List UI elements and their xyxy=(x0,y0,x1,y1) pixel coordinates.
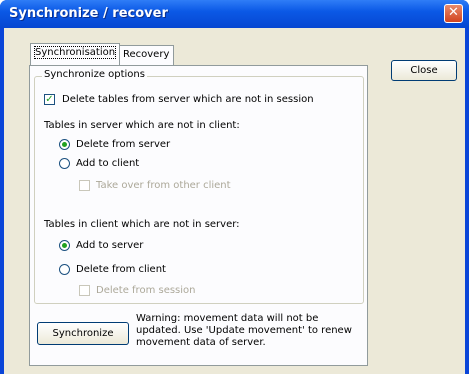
close-icon: ✕ xyxy=(448,5,459,20)
tab-recovery[interactable]: Recovery xyxy=(118,45,175,65)
tab-synchronisation-label: Synchronisation xyxy=(33,46,117,59)
close-button[interactable]: Close xyxy=(391,60,457,81)
checkmark-icon: ✓ xyxy=(45,94,54,105)
delete-from-client-radio[interactable] xyxy=(59,264,70,275)
delete-from-session-label: Delete from session xyxy=(96,285,196,296)
server-not-in-client-heading: Tables in server which are not in client… xyxy=(44,120,240,131)
close-button-label: Close xyxy=(410,65,438,76)
synchronize-button-label: Synchronize xyxy=(52,328,114,339)
tab-synchronisation[interactable]: Synchronisation xyxy=(30,43,121,65)
title-bar[interactable]: Synchronize / recover ✕ xyxy=(0,0,469,28)
group-legend: Synchronize options xyxy=(42,69,147,80)
takeover-checkbox[interactable] xyxy=(79,180,90,191)
delete-from-server-label[interactable]: Delete from server xyxy=(76,139,170,150)
delete-from-client-label[interactable]: Delete from client xyxy=(76,264,166,275)
add-to-client-label[interactable]: Add to client xyxy=(76,158,139,169)
delete-tables-label[interactable]: Delete tables from server which are not … xyxy=(62,94,314,105)
warning-text: Warning: movement data will not be updat… xyxy=(136,313,352,348)
window-title: Synchronize / recover xyxy=(9,6,168,21)
takeover-label: Take over from other client xyxy=(96,180,231,191)
synchronize-button[interactable]: Synchronize xyxy=(37,322,129,345)
add-to-server-radio[interactable] xyxy=(59,240,70,251)
delete-from-session-checkbox[interactable] xyxy=(79,285,90,296)
add-to-server-label[interactable]: Add to server xyxy=(76,240,143,251)
delete-from-server-radio[interactable] xyxy=(59,139,70,150)
add-to-client-radio[interactable] xyxy=(59,158,70,169)
tab-recovery-label: Recovery xyxy=(123,49,170,60)
client-not-in-server-heading: Tables in client which are not in server… xyxy=(44,219,240,230)
window-close-button[interactable]: ✕ xyxy=(444,4,463,23)
delete-tables-checkbox[interactable]: ✓ xyxy=(44,94,55,105)
